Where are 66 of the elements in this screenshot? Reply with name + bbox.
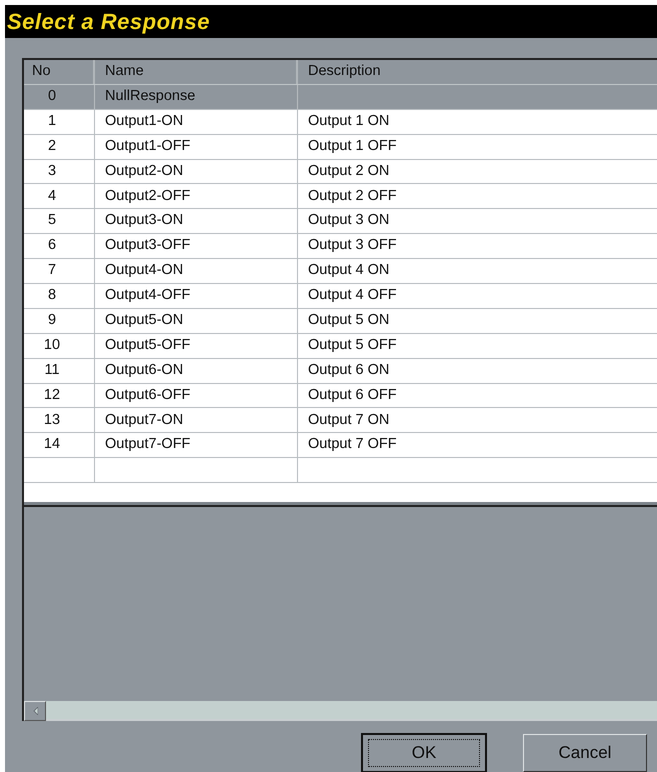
list-row[interactable]: 6 Output3-OFF Output 3 OFF (24, 234, 657, 260)
table-cell-text: Output6-OFF (105, 386, 190, 405)
table-cell-text: Output 2 ON (308, 162, 390, 181)
table-cell-text: 3 (48, 162, 56, 181)
table-cell-text: Output7-ON (105, 410, 184, 430)
table-cell-text: 5 (48, 211, 56, 230)
list-row[interactable]: 4 Output2-OFF Output 2 OFF (24, 184, 657, 210)
table-cell-text: Output 5 OFF (308, 336, 397, 355)
list-row[interactable]: 2 Output1-OFF Output 1 OFF (24, 134, 657, 160)
left-arrow-icon (32, 707, 38, 715)
scroll-left-button[interactable] (24, 701, 46, 721)
list-row[interactable]: 12 Output6-OFF Output 6 OFF (24, 384, 657, 408)
cancel-button[interactable]: Cancel (523, 734, 647, 772)
table-cell-text: Output 7 ON (308, 410, 390, 430)
list-row[interactable]: 7 Output4-ON Output 4 ON (24, 259, 657, 284)
column-header[interactable]: Description (298, 60, 657, 84)
list-row[interactable]: 13 Output7-ON Output 7 ON (24, 408, 657, 434)
table-cell-text: Output2-OFF (105, 186, 190, 206)
table-cell-text: NullResponse (105, 86, 196, 106)
table-cell-text: Output1-ON (105, 112, 184, 131)
table-cell-text: Output7-OFF (105, 435, 190, 454)
table-cell-text: 6 (48, 236, 56, 256)
list-row[interactable]: 1 Output1-ON Output 1 ON (24, 110, 657, 135)
table-cell-text: Output 6 OFF (308, 386, 397, 405)
table-cell-text: 9 (48, 310, 56, 330)
list-row[interactable]: 8 Output4-OFF Output 4 OFF (24, 284, 657, 309)
horizontal-scrollbar[interactable] (24, 701, 657, 721)
table-cell-text: Output 5 ON (308, 310, 390, 330)
list-row[interactable]: 10 Output5-OFF Output 5 OFF (24, 334, 657, 359)
table-cell-text: Output5-ON (105, 310, 184, 330)
table-cell-text: Output 2 OFF (308, 186, 397, 206)
table-cell-text: 7 (48, 261, 56, 280)
table-cell-text: 11 (44, 360, 60, 380)
list-row[interactable]: 14 Output7-OFF Output 7 OFF (24, 433, 657, 458)
table-cell-text: Output5-OFF (105, 336, 190, 355)
table-cell-text: Output 3 ON (308, 211, 390, 230)
table-cell-text: Output 6 ON (308, 360, 390, 380)
list-row[interactable]: 5 Output3-ON Output 3 ON (24, 209, 657, 234)
table-cell-text: Output4-ON (105, 261, 184, 280)
table-cell-text: Output 7 OFF (308, 435, 397, 454)
table-cell-text: Output 3 OFF (308, 236, 397, 256)
table-cell-text: 1 (48, 112, 56, 131)
table-cell-text: 14 (44, 435, 60, 454)
window-title: Select a Response (7, 10, 210, 32)
list-row[interactable]: 0 NullResponse (24, 84, 657, 110)
table-cell-text: Output6-ON (105, 360, 184, 380)
list-row[interactable]: 3 Output2-ON Output 2 ON (24, 160, 657, 184)
list-row[interactable]: 11 Output6-ON Output 6 ON (24, 358, 657, 384)
table-cell-text: Output 1 OFF (308, 136, 397, 156)
table-cell-text: 10 (44, 336, 60, 355)
table-cell-text: 0 (48, 86, 56, 106)
table-cell-text: 8 (48, 286, 56, 306)
table-cell-text: 2 (48, 136, 56, 156)
table-cell-text: Output1-OFF (105, 136, 190, 156)
table-cell-text: Output 4 ON (308, 261, 390, 280)
table-cell-text: 12 (44, 386, 60, 405)
list-row[interactable]: 9 Output5-ON Output 5 ON (24, 308, 657, 334)
table-cell-text: Output 4 OFF (308, 286, 397, 306)
table-cell-text: Output4-OFF (105, 286, 190, 306)
ok-button[interactable]: OK (362, 734, 486, 772)
table-cell-text: Output2-ON (105, 162, 184, 181)
table-cell-text: 4 (48, 186, 56, 206)
table-cell-text: Output 1 ON (308, 112, 390, 131)
table-cell-text: Output3-ON (105, 211, 184, 230)
table-cell-text: Output3-OFF (105, 236, 190, 256)
table-cell-text: 13 (44, 410, 60, 430)
